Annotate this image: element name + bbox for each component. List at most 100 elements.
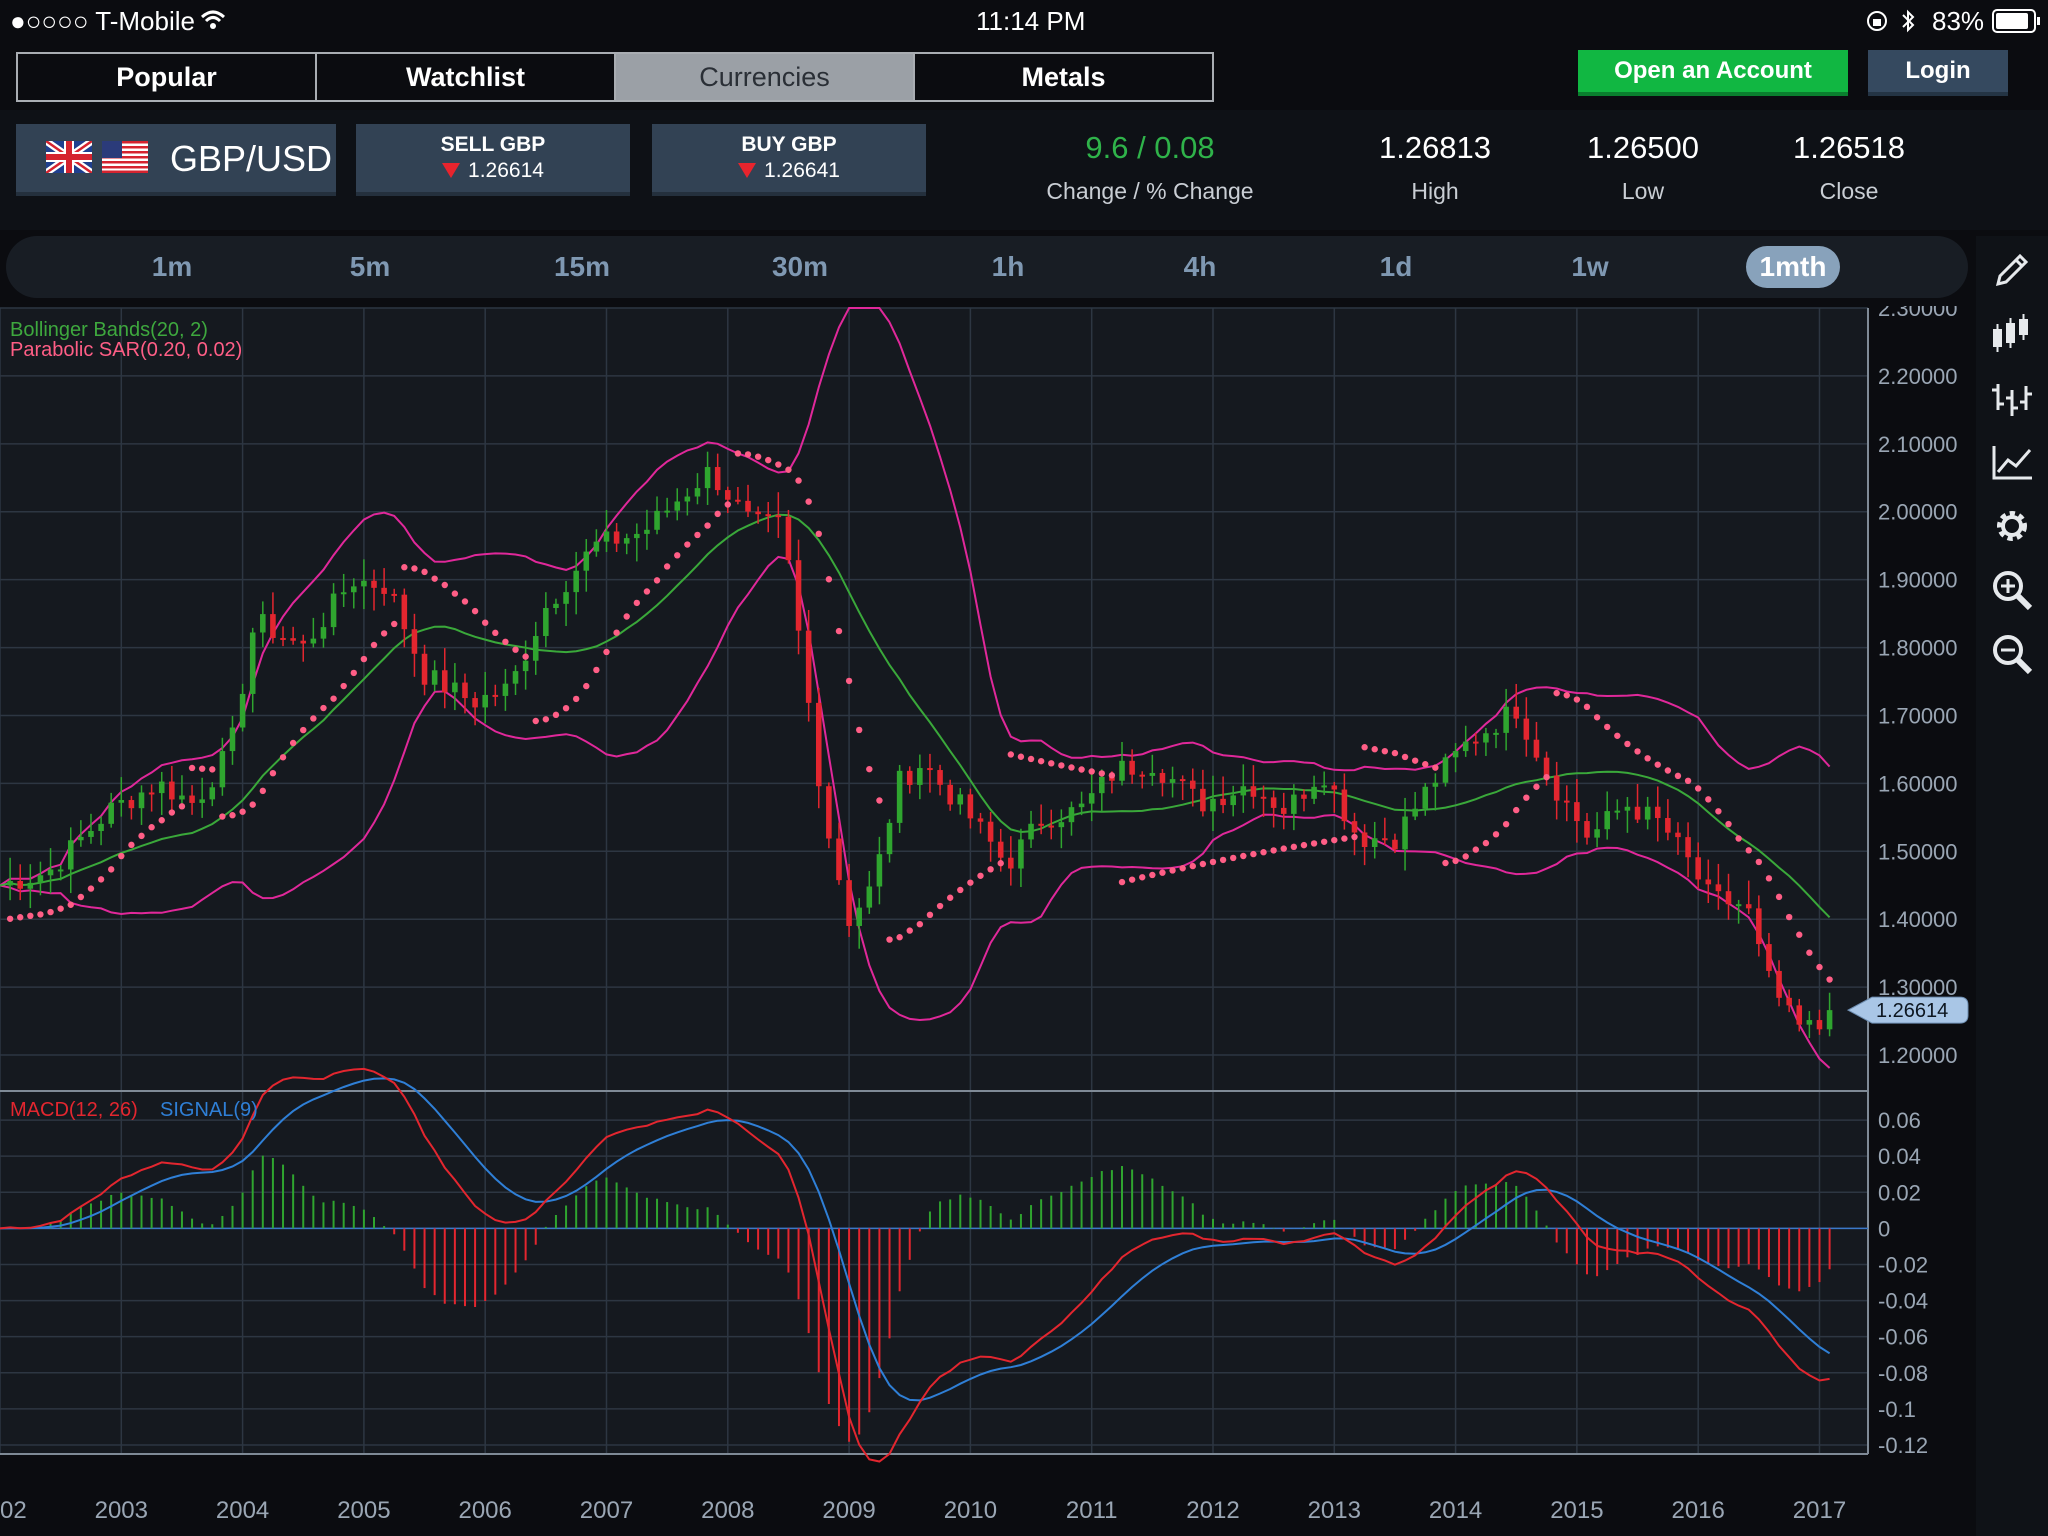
zoom-in-icon[interactable] bbox=[1990, 568, 2034, 612]
x-tick-label: 2002 bbox=[0, 1497, 27, 1524]
candle-body bbox=[1119, 760, 1125, 781]
timeframe-1w[interactable]: 1w bbox=[1544, 246, 1636, 288]
sar-dot bbox=[1694, 785, 1702, 792]
sar-dot bbox=[198, 765, 206, 772]
sar-dot bbox=[178, 803, 186, 810]
y-tick-label: 2.20000 bbox=[1878, 364, 1958, 389]
pencil-icon[interactable] bbox=[1990, 248, 2034, 292]
sar-dot bbox=[1169, 867, 1176, 874]
candle-body bbox=[1270, 797, 1277, 808]
sar-dot bbox=[633, 599, 641, 607]
sar-dot bbox=[926, 911, 934, 919]
sar-dot bbox=[987, 866, 994, 873]
candle-body bbox=[361, 580, 367, 587]
sar-dot bbox=[441, 581, 448, 589]
sar-dot bbox=[1755, 858, 1763, 866]
candle-body bbox=[401, 594, 408, 630]
sar-dot bbox=[1391, 749, 1399, 757]
sar-dot bbox=[562, 704, 570, 712]
zoom-out-icon[interactable] bbox=[1990, 632, 2034, 676]
sar-dot bbox=[977, 872, 984, 879]
sar-dot bbox=[1007, 751, 1015, 758]
sar-dot bbox=[532, 717, 539, 725]
candle-body bbox=[1088, 793, 1095, 804]
candle-body bbox=[1099, 776, 1105, 794]
sar-dot bbox=[1037, 757, 1045, 765]
timeframe-15m[interactable]: 15m bbox=[530, 246, 634, 288]
high-label: High bbox=[1411, 178, 1459, 204]
sell-button[interactable]: SELL GBP 1.26614 bbox=[356, 124, 630, 196]
sar-dot bbox=[1735, 835, 1742, 842]
y-tick-label: 2.30000 bbox=[1878, 306, 1958, 321]
candle-body bbox=[1634, 806, 1641, 820]
candle-body bbox=[1048, 825, 1055, 828]
candle-body bbox=[704, 467, 711, 489]
candlestick-icon[interactable] bbox=[1990, 312, 2034, 356]
gear-icon[interactable] bbox=[1990, 504, 2034, 548]
sar-dot bbox=[1604, 723, 1611, 731]
candle-body bbox=[1412, 808, 1418, 817]
sar-dot bbox=[1108, 772, 1116, 779]
line-chart-icon[interactable] bbox=[1990, 440, 2034, 484]
sar-dot bbox=[1300, 841, 1308, 849]
candle-body bbox=[280, 637, 286, 640]
candle-body bbox=[1200, 788, 1206, 812]
timeframe-30m[interactable]: 30m bbox=[748, 246, 852, 288]
sar-dot bbox=[815, 530, 822, 538]
candle-body bbox=[725, 490, 731, 500]
login-button[interactable]: Login bbox=[1868, 50, 2008, 96]
candle-body bbox=[1675, 832, 1681, 838]
sar-dot bbox=[1310, 840, 1318, 847]
candle-body bbox=[684, 496, 691, 502]
sar-dot bbox=[1027, 755, 1035, 763]
sar-dot bbox=[27, 912, 34, 920]
timeframe-5m[interactable]: 5m bbox=[324, 246, 416, 288]
y-tick-label: 1.40000 bbox=[1878, 907, 1958, 932]
sar-dot bbox=[1826, 976, 1833, 983]
ohlc-bars-icon[interactable] bbox=[1990, 376, 2034, 420]
currency-pair-selector[interactable]: GBP/USD bbox=[16, 124, 336, 196]
macd-y-tick-label: -0.1 bbox=[1878, 1397, 1916, 1422]
sar-dot bbox=[1230, 854, 1237, 862]
sar-dot bbox=[1502, 820, 1510, 828]
candle-body bbox=[1250, 786, 1257, 797]
candle-body bbox=[1291, 794, 1297, 814]
sar-dot bbox=[421, 568, 428, 576]
sar-dot bbox=[168, 809, 176, 816]
open-account-button[interactable]: Open an Account bbox=[1578, 50, 1848, 96]
timeframe-bar: 1m 5m 15m 30m 1h 4h 1d 1w 1mth bbox=[6, 236, 1968, 298]
candle-body bbox=[785, 516, 792, 561]
timeframe-1mth[interactable]: 1mth bbox=[1746, 246, 1840, 288]
timeframe-1d[interactable]: 1d bbox=[1350, 246, 1442, 288]
sar-dot bbox=[1250, 850, 1257, 858]
us-flag-icon bbox=[102, 141, 148, 173]
timeframe-4h[interactable]: 4h bbox=[1154, 246, 1246, 288]
candle-body bbox=[1058, 822, 1065, 828]
x-tick-label: 2006 bbox=[458, 1497, 511, 1524]
tab-currencies[interactable]: Currencies bbox=[616, 54, 915, 100]
timeframe-1m[interactable]: 1m bbox=[126, 246, 218, 288]
sar-dot bbox=[6, 915, 14, 922]
sar-dot bbox=[946, 894, 954, 901]
tab-popular[interactable]: Popular bbox=[18, 54, 317, 100]
tab-metals[interactable]: Metals bbox=[915, 54, 1212, 100]
low-label: Low bbox=[1621, 178, 1665, 204]
carrier-signal: ●○○○○ T-Mobile bbox=[10, 6, 195, 36]
buy-button[interactable]: BUY GBP 1.26641 bbox=[652, 124, 926, 196]
sar-dot bbox=[1058, 762, 1065, 769]
candle-body bbox=[826, 786, 832, 839]
macd-y-tick-label: 0.04 bbox=[1878, 1144, 1921, 1169]
y-tick-label: 1.20000 bbox=[1878, 1043, 1958, 1068]
candle-body bbox=[1685, 837, 1691, 858]
candle-body bbox=[603, 531, 610, 542]
timeframe-1h[interactable]: 1h bbox=[962, 246, 1054, 288]
sar-dot bbox=[289, 739, 297, 747]
candle-body bbox=[1725, 891, 1732, 905]
candle-body bbox=[1826, 1010, 1833, 1030]
candle-body bbox=[532, 636, 539, 661]
plot-background bbox=[0, 308, 1868, 1454]
sar-dot bbox=[1331, 836, 1338, 844]
price-chart[interactable]: 2002 2003 2004 2005 2006 2007 2008 2009 2010 2011… bbox=[0, 306, 1976, 1536]
tab-watchlist[interactable]: Watchlist bbox=[317, 54, 616, 100]
high-value: 1.26813 bbox=[1378, 130, 1492, 165]
